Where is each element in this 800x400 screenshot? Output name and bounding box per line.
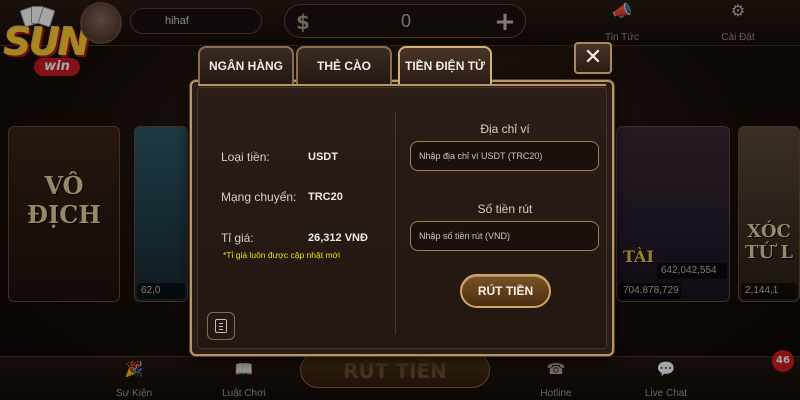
withdraw-submit-button[interactable]: RÚT TIỀN bbox=[460, 274, 551, 308]
tab-underline bbox=[198, 84, 606, 86]
wallet-title: Địa chỉ ví bbox=[480, 122, 530, 136]
currency-value: USDT bbox=[308, 151, 338, 163]
column-divider bbox=[395, 112, 396, 334]
tab-card[interactable]: THẺ CÀO bbox=[296, 46, 392, 84]
currency-label: Loại tiền: bbox=[221, 150, 270, 164]
amount-input[interactable] bbox=[410, 221, 599, 251]
wallet-address-input[interactable] bbox=[410, 141, 599, 171]
tab-bank[interactable]: NGÂN HÀNG bbox=[198, 46, 294, 84]
rate-value: 26,312 VNĐ bbox=[308, 232, 368, 244]
network-label: Mạng chuyển: bbox=[221, 190, 297, 204]
withdraw-modal: NGÂN HÀNG THẺ CÀO TIỀN ĐIỆN TỬ ✕ Loại ti… bbox=[190, 40, 614, 356]
amount-title: Số tiền rút bbox=[477, 202, 533, 216]
rate-note: *Tỉ giá luôn được cập nhật mới bbox=[223, 250, 341, 260]
network-value: TRC20 bbox=[308, 191, 343, 203]
copy-icon[interactable] bbox=[207, 312, 235, 340]
close-button[interactable]: ✕ bbox=[574, 42, 612, 74]
tab-crypto[interactable]: TIỀN ĐIỆN TỬ bbox=[398, 46, 492, 84]
rate-label: Tỉ giá: bbox=[221, 231, 254, 245]
